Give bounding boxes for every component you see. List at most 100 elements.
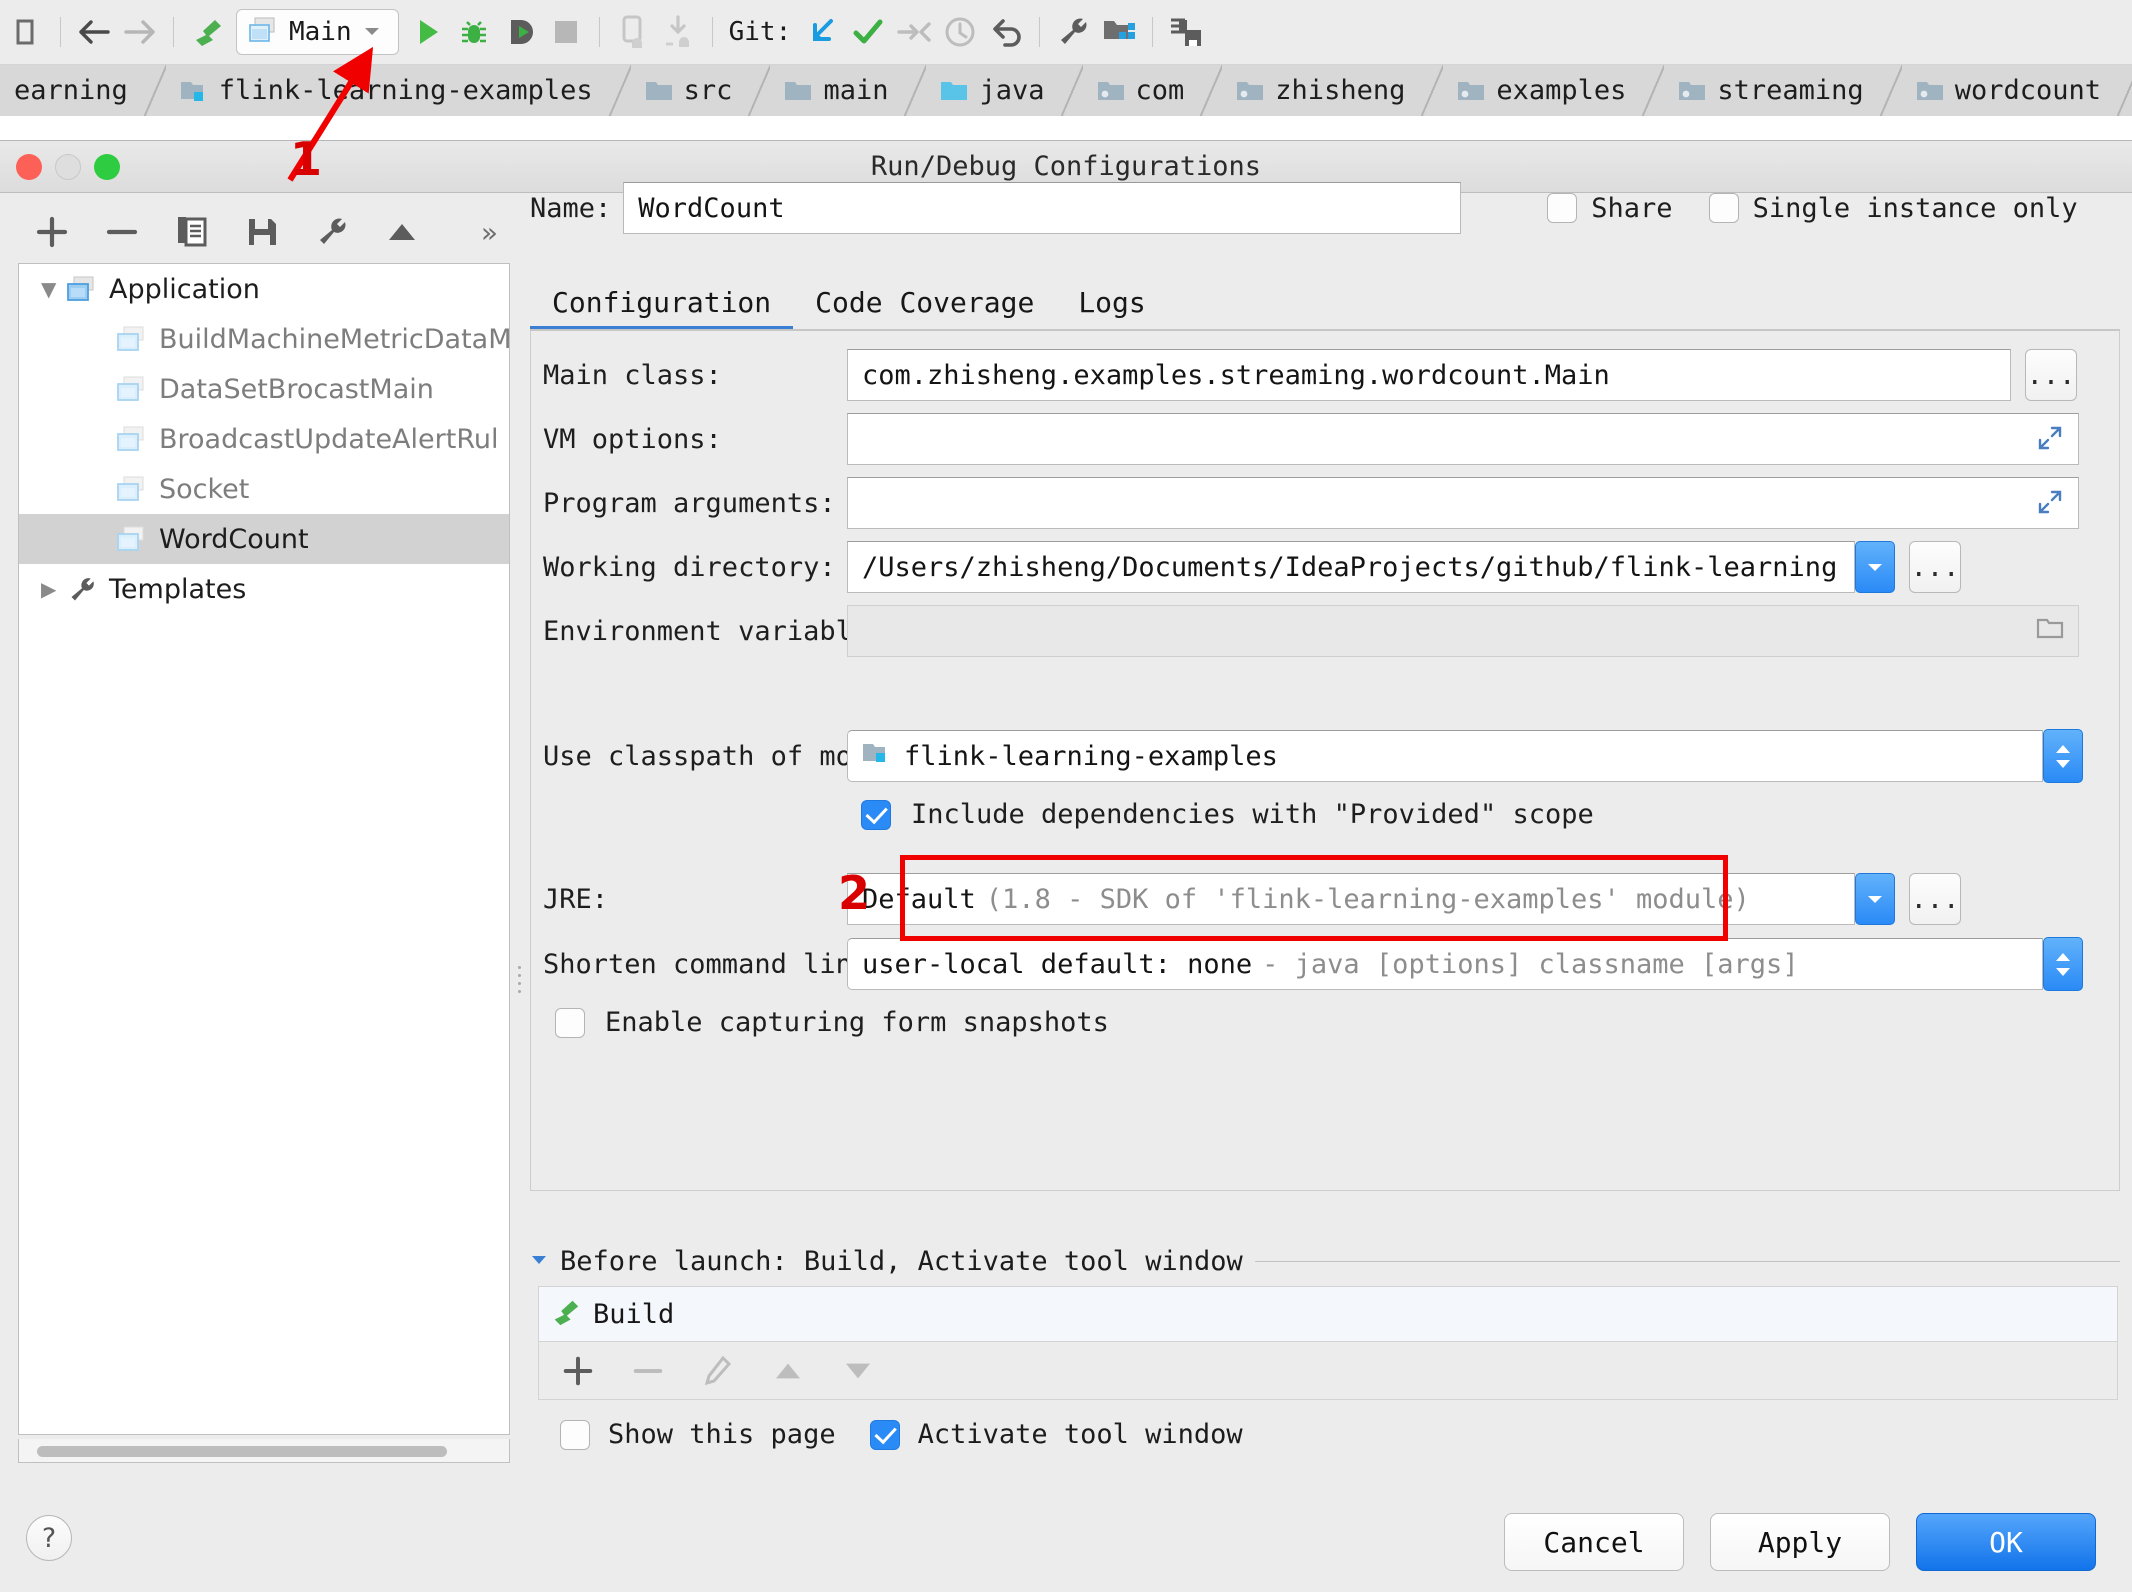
- overflow-button[interactable]: »: [481, 216, 498, 249]
- help-button[interactable]: ?: [26, 1515, 72, 1561]
- breadcrumb-item-flink-learning-examples[interactable]: flink-learning-examples: [166, 65, 609, 116]
- single-instance-checkbox[interactable]: [1708, 193, 1739, 223]
- config-header: Name: WordCount Share Single instance on…: [530, 181, 2120, 235]
- expand-diagonal-icon[interactable]: [2036, 488, 2066, 518]
- apply-button[interactable]: Apply: [1710, 1513, 1890, 1571]
- triangle-right-icon[interactable]: ▶: [41, 577, 67, 601]
- expand-diagonal-icon[interactable]: [2036, 424, 2066, 454]
- tree-item-datasetbrocastmain[interactable]: DataSetBrocastMain: [19, 364, 509, 414]
- forward-button[interactable]: [117, 9, 163, 55]
- application-config-icon: [117, 326, 149, 352]
- breadcrumb-label: com: [1135, 75, 1185, 106]
- before-launch-title: Before launch: Build, Activate tool wind…: [560, 1246, 1243, 1277]
- copy-configuration-button[interactable]: [172, 212, 212, 252]
- enable-capturing-checkbox-wrap[interactable]: Enable capturing form snapshots: [555, 1007, 1109, 1038]
- tree-item-templates[interactable]: ▶ Templates: [19, 564, 509, 614]
- share-checkbox-wrap[interactable]: Share: [1547, 193, 1673, 224]
- clock-icon[interactable]: [937, 9, 983, 55]
- stop-square-icon[interactable]: [543, 9, 589, 55]
- save-all-icon[interactable]: [1163, 9, 1209, 55]
- add-task-button[interactable]: [559, 1352, 597, 1390]
- enable-capturing-label: Enable capturing form snapshots: [605, 1007, 1109, 1038]
- enable-capturing-checkbox[interactable]: [555, 1007, 585, 1038]
- save-configuration-button[interactable]: [242, 212, 282, 252]
- before-launch-header[interactable]: Before launch: Build, Activate tool wind…: [530, 1246, 2120, 1277]
- main-class-browse-button[interactable]: ...: [2025, 349, 2077, 401]
- breadcrumb-item-main[interactable]: main: [770, 65, 904, 116]
- folder-open-icon[interactable]: [2036, 616, 2066, 646]
- working-directory-browse-button[interactable]: ...: [1909, 541, 1961, 593]
- triangle-down-icon[interactable]: [530, 1252, 548, 1271]
- remove-configuration-button[interactable]: [102, 212, 142, 252]
- git-push-button[interactable]: [891, 9, 937, 55]
- android-download-icon[interactable]: [656, 9, 702, 55]
- before-launch-task-list[interactable]: Build: [538, 1286, 2118, 1342]
- configuration-name-input[interactable]: WordCount: [623, 182, 1462, 234]
- breadcrumb-item-src[interactable]: src: [631, 65, 749, 116]
- breadcrumb-item-com[interactable]: com: [1083, 65, 1201, 116]
- jre-dropdown[interactable]: [1855, 873, 1895, 925]
- program-arguments-input[interactable]: [847, 477, 2079, 529]
- add-configuration-button[interactable]: [32, 212, 72, 252]
- move-up-button[interactable]: [382, 212, 422, 252]
- git-commit-button[interactable]: [845, 9, 891, 55]
- environment-variables-input[interactable]: [847, 605, 2079, 657]
- wrench-icon: [67, 576, 99, 602]
- package-folder-icon: [1457, 79, 1487, 103]
- run-config-selector[interactable]: Main: [236, 9, 399, 55]
- breadcrumb-item-streaming[interactable]: streaming: [1664, 65, 1879, 116]
- breadcrumb-separator: [608, 65, 631, 116]
- shorten-command-line-row: Shorten command line: user-local default…: [543, 937, 2109, 991]
- ok-button[interactable]: OK: [1916, 1513, 2096, 1571]
- tab-logs[interactable]: Logs: [1056, 286, 1167, 331]
- cancel-button[interactable]: Cancel: [1504, 1513, 1684, 1571]
- tree-item-application[interactable]: ▼ Application: [19, 264, 509, 314]
- tree-item-broadcastupdatealertrul[interactable]: BroadcastUpdateAlertRul: [19, 414, 509, 464]
- run-button[interactable]: [405, 9, 451, 55]
- tab-code-coverage[interactable]: Code Coverage: [793, 286, 1056, 331]
- shorten-command-line-spinner[interactable]: [2043, 937, 2083, 991]
- show-this-page-checkbox[interactable]: [560, 1419, 590, 1450]
- include-provided-checkbox-wrap[interactable]: Include dependencies with "Provided" sco…: [861, 799, 1594, 830]
- shorten-command-line-label: Shorten command line:: [543, 948, 885, 980]
- tree-item-buildmachinemetricdatam[interactable]: BuildMachineMetricDataM: [19, 314, 509, 364]
- git-update-button[interactable]: [799, 9, 845, 55]
- single-instance-checkbox-wrap[interactable]: Single instance only: [1708, 193, 2078, 224]
- android-device-icon[interactable]: [610, 9, 656, 55]
- classpath-module-combo[interactable]: flink-learning-examples: [847, 730, 2043, 782]
- back-button[interactable]: [71, 9, 117, 55]
- hammer-icon[interactable]: [184, 9, 230, 55]
- splitter-handle[interactable]: [516, 961, 524, 1005]
- tree-item-wordcount[interactable]: WordCount: [19, 514, 509, 564]
- breadcrumb-item-examples[interactable]: examples: [1443, 65, 1642, 116]
- module-folder-icon: [180, 79, 210, 103]
- breadcrumb-item-zhisheng[interactable]: zhisheng: [1222, 65, 1421, 116]
- undo-arrow-icon[interactable]: [983, 9, 1029, 55]
- vm-options-input[interactable]: [847, 413, 2079, 465]
- folder-modules-icon[interactable]: [1096, 9, 1142, 55]
- classpath-module-spinner[interactable]: [2043, 729, 2083, 783]
- triangle-down-icon[interactable]: ▼: [41, 277, 67, 301]
- activate-tool-window-checkbox[interactable]: [869, 1419, 900, 1450]
- working-directory-input[interactable]: /Users/zhisheng/Documents/IdeaProjects/g…: [847, 541, 1855, 593]
- shield-play-icon[interactable]: [497, 9, 543, 55]
- include-provided-checkbox[interactable]: [861, 799, 891, 830]
- edit-templates-button[interactable]: [312, 212, 352, 252]
- configurations-tree[interactable]: ▼ Application BuildMachineMetricDataM Da…: [18, 263, 510, 1435]
- partial-left-icon[interactable]: [4, 9, 50, 55]
- bug-icon[interactable]: [451, 9, 497, 55]
- chevron-down-icon[interactable]: [362, 23, 382, 42]
- tab-configuration[interactable]: Configuration: [530, 286, 794, 331]
- breadcrumb-item-wordcount[interactable]: wordcount: [1902, 65, 2117, 116]
- wrench-icon[interactable]: [1050, 9, 1096, 55]
- main-class-input[interactable]: com.zhisheng.examples.streaming.wordcoun…: [847, 349, 2011, 401]
- tree-item-socket[interactable]: Socket: [19, 464, 509, 514]
- jre-browse-button[interactable]: ...: [1909, 873, 1961, 925]
- share-checkbox[interactable]: [1547, 193, 1578, 223]
- breadcrumb-item-java[interactable]: java: [926, 65, 1060, 116]
- scrollbar-thumb[interactable]: [37, 1446, 447, 1457]
- sidebar-horizontal-scrollbar[interactable]: [18, 1439, 510, 1463]
- working-directory-dropdown[interactable]: [1855, 541, 1895, 593]
- breadcrumb-item-earning[interactable]: earning: [0, 65, 144, 116]
- shorten-command-line-combo[interactable]: user-local default: none - java [options…: [847, 938, 2043, 990]
